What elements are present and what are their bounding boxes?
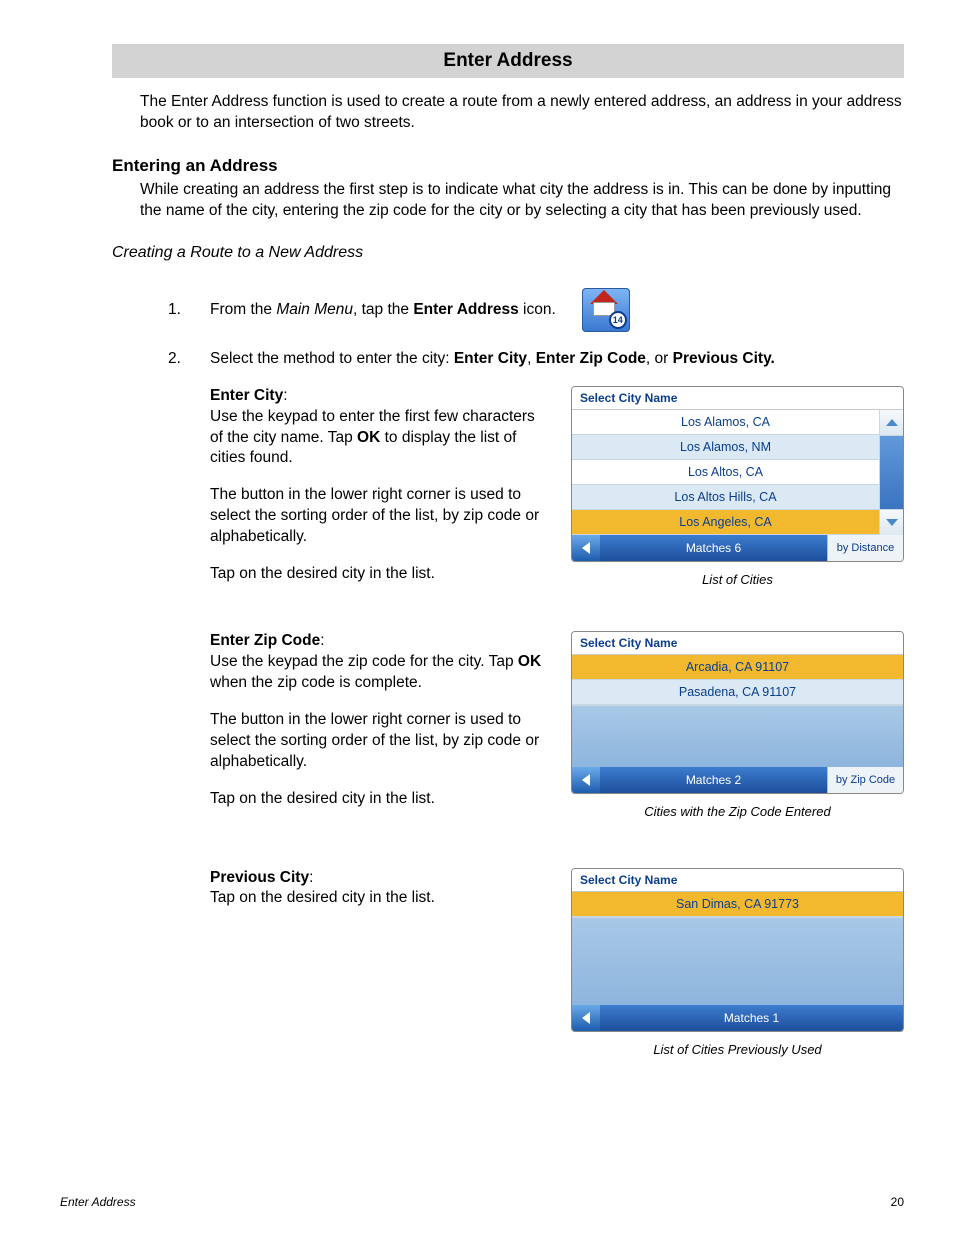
sort-button[interactable]: by Zip Code — [827, 767, 903, 793]
matches-label: Matches 6 — [600, 535, 827, 561]
entering-address-body: While creating an address the first step… — [140, 180, 904, 222]
empty-list-area — [572, 705, 903, 767]
back-button[interactable] — [572, 535, 600, 561]
list-item[interactable]: Los Alamos, NM — [572, 435, 879, 460]
previous-city-text: Previous City: Tap on the desired city i… — [210, 868, 547, 1057]
screenshot-caption: List of Cities — [571, 572, 904, 587]
empty-list-area — [572, 917, 903, 1005]
step-2-text: Select the method to enter the city: Ent… — [210, 350, 775, 368]
list-item-selected[interactable]: San Dimas, CA 91773 — [572, 892, 903, 917]
screenshot-city-list: Select City Name Los Alamos, CA Los Alam… — [571, 386, 904, 562]
screenshot-title: Select City Name — [572, 632, 903, 655]
step-1-number: 1. — [168, 301, 184, 319]
heading-entering-address: Entering an Address — [112, 156, 904, 176]
back-button[interactable] — [572, 1005, 600, 1031]
list-item[interactable]: Los Altos, CA — [572, 460, 879, 485]
screenshot-caption: Cities with the Zip Code Entered — [571, 804, 904, 819]
screenshot-title: Select City Name — [572, 387, 903, 410]
list-item-selected[interactable]: Los Angeles, CA — [572, 510, 879, 535]
footer-section: Enter Address — [60, 1195, 136, 1209]
page-footer: Enter Address 20 — [60, 1195, 904, 1209]
scroll-track[interactable] — [880, 436, 903, 509]
list-item-selected[interactable]: Arcadia, CA 91107 — [572, 655, 903, 680]
enter-address-icon: 14 — [582, 288, 630, 332]
step-1-text: From the Main Menu, tap the Enter Addres… — [210, 301, 556, 319]
page-title-bar: Enter Address — [112, 44, 904, 78]
matches-label: Matches 2 — [600, 767, 827, 793]
enter-zip-text: Enter Zip Code: Use the keypad the zip c… — [210, 631, 547, 825]
enter-city-text: Enter City: Use the keypad to enter the … — [210, 386, 547, 601]
screenshot-title: Select City Name — [572, 869, 903, 892]
back-button[interactable] — [572, 767, 600, 793]
step-2: 2. Select the method to enter the city: … — [168, 350, 904, 368]
intro-paragraph: The Enter Address function is used to cr… — [140, 92, 904, 134]
footer-page-number: 20 — [891, 1195, 904, 1209]
matches-label: Matches 1 — [600, 1005, 903, 1031]
screenshot-previous-list: Select City Name San Dimas, CA 91773 Mat… — [571, 868, 904, 1032]
step-2-number: 2. — [168, 350, 184, 368]
scroll-up-icon[interactable] — [880, 410, 903, 436]
screenshot-caption: List of Cities Previously Used — [571, 1042, 904, 1057]
scrollbar[interactable] — [879, 410, 903, 535]
list-item[interactable]: Los Alamos, CA — [572, 410, 879, 435]
step-1: 1. From the Main Menu, tap the Enter Add… — [168, 288, 904, 332]
magnifier-badge: 14 — [609, 311, 627, 329]
sort-button[interactable]: by Distance — [827, 535, 903, 561]
screenshot-zip-list: Select City Name Arcadia, CA 91107 Pasad… — [571, 631, 904, 794]
list-item[interactable]: Los Altos Hills, CA — [572, 485, 879, 510]
heading-creating-route: Creating a Route to a New Address — [112, 244, 904, 262]
list-item[interactable]: Pasadena, CA 91107 — [572, 680, 903, 705]
scroll-down-icon[interactable] — [880, 509, 903, 535]
